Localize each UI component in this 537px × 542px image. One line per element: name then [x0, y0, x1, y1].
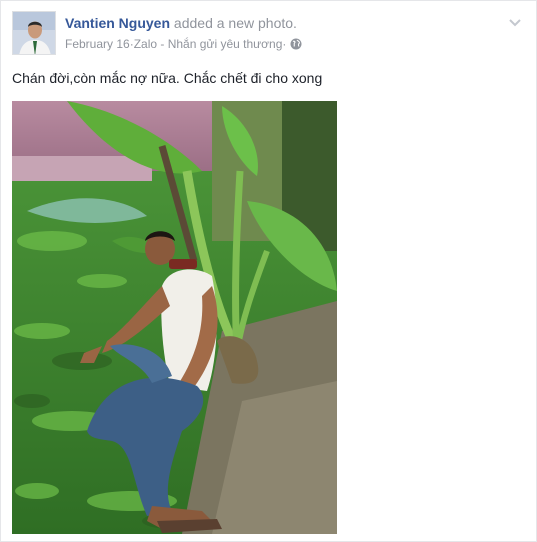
post-header: Vantien Nguyen added a new photo. Februa…: [65, 14, 506, 52]
chevron-down-icon[interactable]: [508, 15, 522, 27]
globe-icon[interactable]: [290, 38, 302, 50]
post-message: Chán đời,còn mắc nợ nữa. Chắc chết đi ch…: [12, 70, 323, 86]
post-photo[interactable]: [12, 101, 337, 534]
post-source-link[interactable]: Zalo - Nhắn gửi yêu thương: [134, 36, 283, 52]
post-title-line: Vantien Nguyen added a new photo.: [65, 14, 506, 32]
post-meta: February 16 · Zalo - Nhắn gửi yêu thương…: [65, 36, 506, 52]
post-date-link[interactable]: February 16: [65, 36, 130, 52]
meta-separator: ·: [282, 37, 287, 51]
author-avatar[interactable]: [12, 11, 56, 55]
post-card: Vantien Nguyen added a new photo. Februa…: [0, 0, 537, 542]
author-name-link[interactable]: Vantien Nguyen: [65, 15, 170, 31]
post-action-text: added a new photo.: [173, 15, 297, 31]
